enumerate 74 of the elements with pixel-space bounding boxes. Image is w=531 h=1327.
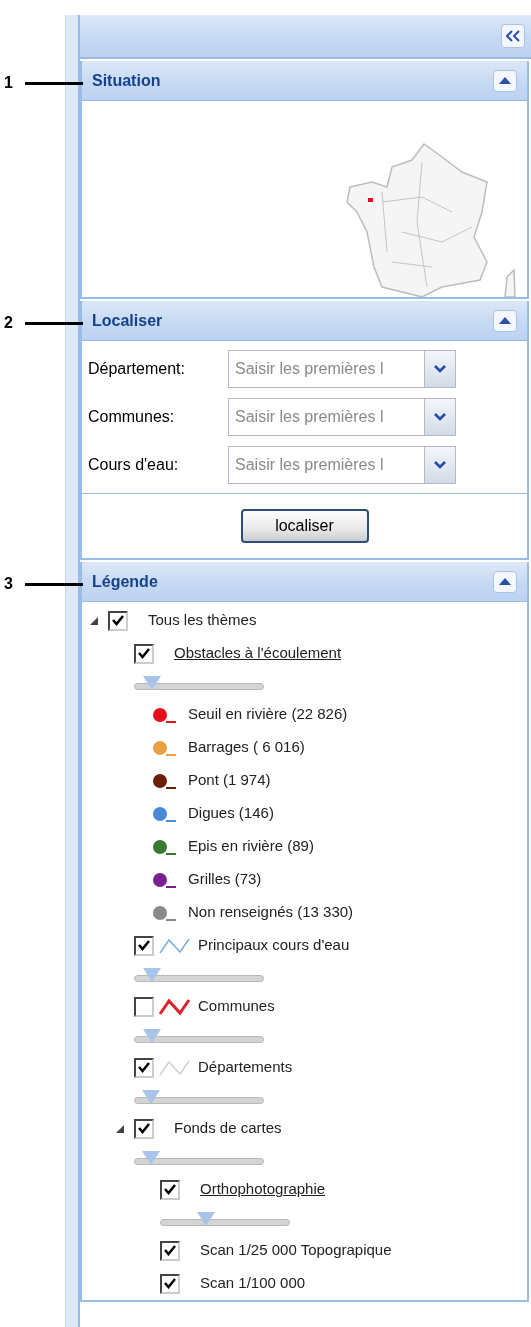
leader-line [24,582,83,586]
localiser-button[interactable]: localiser [240,509,369,543]
checkmark-icon [164,1184,176,1195]
slider-thumb[interactable] [142,1090,161,1104]
slider-thumb[interactable] [196,1212,215,1226]
dropdown-button[interactable] [425,398,456,436]
legend-class-label: Epis en rivière (89) [188,836,314,857]
panel-title: Localiser [92,310,163,331]
callout-number: 2 [4,313,13,333]
layer-label: Scan 1/100 000 [200,1273,306,1294]
leader-line [24,321,83,325]
collapse-toggle-button[interactable] [493,309,517,332]
checkbox[interactable] [134,996,154,1017]
expand-arrow-icon[interactable] [90,616,98,625]
checkbox[interactable] [134,935,154,956]
checkmark-icon [138,648,150,659]
layer-link[interactable]: Orthophotographie [200,1178,326,1201]
opacity-slider[interactable] [134,1029,264,1045]
collapse-sidebar-button[interactable] [501,24,525,48]
double-chevron-left-icon [506,30,520,42]
slider-thumb[interactable] [143,968,162,982]
callout-number: 1 [4,73,13,93]
opacity-slider[interactable] [134,1151,264,1167]
checkbox[interactable] [160,1240,180,1261]
legend-class-label: Grilles (73) [188,869,262,890]
checkmark-icon [138,1123,150,1134]
caret-up-icon [499,317,511,324]
checkmark-icon [164,1245,176,1256]
opacity-slider[interactable] [134,968,264,984]
checkbox[interactable] [108,610,128,631]
checkmark-icon [138,1062,150,1073]
field-label: Cours d'eau: [88,455,180,475]
layer-label: Scan 1/25 000 Topograpique [200,1240,392,1261]
opacity-slider[interactable] [160,1212,290,1228]
field-label: Département: [88,359,186,379]
legend-class-label: Digues (146) [188,803,274,824]
slider-thumb[interactable] [143,1029,162,1043]
checkmark-icon [112,615,124,626]
checkbox[interactable] [134,1118,154,1139]
legend-class-label: Pont (1 974) [188,770,271,791]
slider-thumb[interactable] [142,1151,161,1165]
callout-number: 3 [4,574,13,594]
opacity-slider[interactable] [134,1090,264,1106]
dropdown-button[interactable] [425,350,456,388]
legend-class-label: Barrages ( 6 016) [188,737,305,758]
checkbox[interactable] [134,643,154,664]
layer-label: Communes [198,996,275,1017]
panel-title: Situation [92,70,161,91]
layer-link[interactable]: Obstacles à l'écoulement [174,642,342,665]
legend-class-label: Non renseignés (13 330) [188,902,354,923]
dropdown-button[interactable] [425,446,456,484]
combo-field[interactable]: Saisir les premières l [228,398,425,436]
collapse-toggle-button[interactable] [493,570,517,593]
checkbox[interactable] [160,1273,180,1294]
layer-label: Départements [198,1057,293,1078]
field-label: Communes: [88,407,176,427]
expand-arrow-icon[interactable] [116,1124,124,1133]
collapse-toggle-button[interactable] [493,69,517,92]
checkmark-icon [164,1278,176,1289]
slider-thumb[interactable] [143,676,162,690]
combo-field[interactable]: Saisir les premières l [228,350,425,388]
layer-label: Principaux cours d'eau [198,935,350,956]
checkbox[interactable] [134,1057,154,1078]
checkmark-icon [138,940,150,951]
panel-title: Légende [92,571,158,592]
legend-class-label: Seuil en rivière (22 826) [188,704,348,725]
caret-up-icon [499,578,511,585]
opacity-slider[interactable] [134,676,264,692]
caret-up-icon [499,77,511,84]
layer-label: Fonds de cartes [174,1118,282,1139]
leader-line [24,81,83,85]
checkbox[interactable] [160,1179,180,1200]
combo-field[interactable]: Saisir les premières l [228,446,425,484]
layer-label: Tous les thèmes [148,610,257,631]
